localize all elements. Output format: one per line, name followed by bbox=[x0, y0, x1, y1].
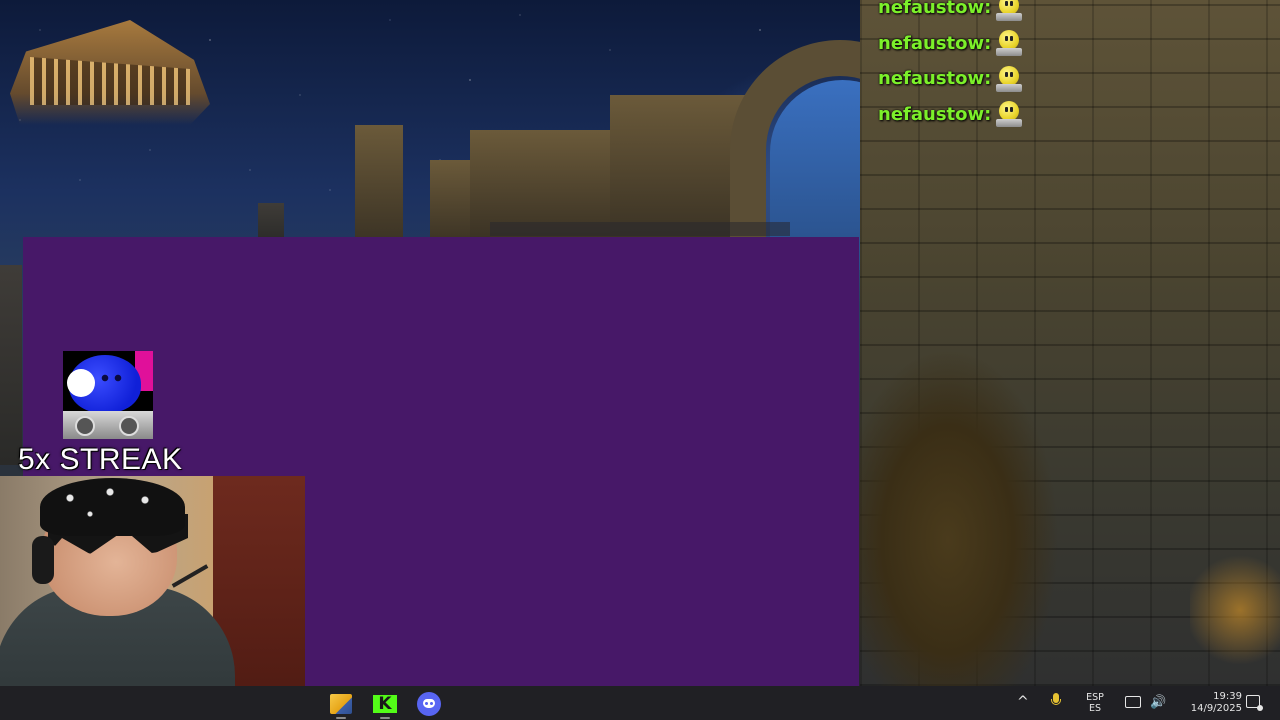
taskbar-app-file-explorer[interactable] bbox=[327, 690, 355, 719]
running-indicator bbox=[336, 717, 346, 719]
taskbar-app-discord[interactable] bbox=[415, 690, 443, 718]
clock-time: 19:39 bbox=[1213, 691, 1242, 702]
headset-mic bbox=[171, 564, 209, 588]
language-secondary: ES bbox=[1088, 703, 1102, 714]
file-explorer-icon bbox=[330, 694, 352, 714]
running-indicator bbox=[380, 717, 390, 719]
smiley-dj-emote-icon bbox=[995, 100, 1023, 128]
smiley-dj-emote-icon bbox=[995, 0, 1023, 22]
chat-username: nefaustow: bbox=[878, 103, 992, 125]
ruin-wall bbox=[610, 95, 750, 240]
ruin-pillar bbox=[355, 125, 403, 245]
ruin-pillar bbox=[430, 160, 470, 245]
clock-date: 14/9/2025 bbox=[1190, 703, 1242, 714]
chat-message: nefaustow: bbox=[878, 97, 1028, 133]
cloaked-figure bbox=[858, 320, 1088, 686]
chat-message: nefaustow: bbox=[878, 26, 1028, 62]
network-icon[interactable] bbox=[1125, 696, 1141, 708]
system-clock[interactable]: 19:39 14/9/2025 bbox=[1176, 691, 1242, 715]
blue-robot-dj-icon bbox=[63, 351, 153, 439]
webcam-person-bandana bbox=[40, 478, 185, 536]
smiley-dj-emote-icon bbox=[995, 29, 1023, 57]
chat-overlay: nefaustow: nefaustow: nefaustow: nefaust… bbox=[878, 0, 1028, 132]
input-language-indicator[interactable]: ESP ES bbox=[1082, 692, 1108, 714]
notification-center-icon[interactable] bbox=[1246, 695, 1263, 711]
headphone-icon bbox=[32, 536, 54, 584]
microphone-icon[interactable] bbox=[1050, 692, 1062, 710]
smiley-dj-emote-icon bbox=[995, 65, 1023, 93]
kick-icon: K bbox=[373, 695, 397, 713]
ruin-column-left bbox=[0, 265, 22, 465]
chat-username: nefaustow: bbox=[878, 0, 992, 19]
webcam-feed bbox=[0, 476, 305, 720]
chat-message: nefaustow: bbox=[878, 61, 1028, 97]
show-hidden-icons-chevron-icon[interactable]: ^ bbox=[1017, 694, 1029, 710]
volume-icon[interactable]: 🔊 bbox=[1150, 695, 1166, 710]
chat-message: nefaustow: bbox=[878, 0, 1028, 26]
discord-icon bbox=[417, 692, 441, 716]
taskbar-app-kick[interactable]: K bbox=[371, 690, 399, 719]
window-title-strip bbox=[490, 222, 790, 236]
chat-username: nefaustow: bbox=[878, 68, 992, 90]
language-primary: ESP bbox=[1086, 692, 1104, 703]
autumn-foliage bbox=[1190, 540, 1280, 686]
streak-label: 5x STREAK bbox=[18, 443, 183, 476]
chat-username: nefaustow: bbox=[878, 32, 992, 54]
